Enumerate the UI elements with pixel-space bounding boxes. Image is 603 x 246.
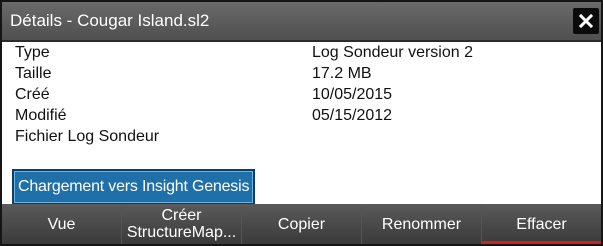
delete-button[interactable]: Effacer xyxy=(481,204,601,244)
detail-row-type: Type Log Sondeur version 2 xyxy=(2,42,601,63)
detail-row-sonar-log: Fichier Log Sondeur xyxy=(2,126,601,147)
detail-label: Type xyxy=(15,44,50,61)
detail-value: 10/05/2015 xyxy=(312,86,393,103)
file-details: Type Log Sondeur version 2 Taille 17.2 M… xyxy=(2,42,601,147)
detail-value: Log Sondeur version 2 xyxy=(312,44,473,61)
rename-button[interactable]: Renommer xyxy=(361,204,481,244)
create-structuremap-line1: Créer xyxy=(161,207,202,224)
action-toolbar: Vue Créer StructureMap... Copier Renomme… xyxy=(2,204,601,244)
detail-label: Modifié xyxy=(15,107,67,124)
detail-label: Créé xyxy=(15,86,50,103)
dialog-titlebar: Détails - Cougar Island.sl2 xyxy=(2,2,601,42)
create-structuremap-label: Créer StructureMap... xyxy=(127,207,236,241)
create-structuremap-line2: StructureMap... xyxy=(126,224,237,241)
detail-value: 17.2 MB xyxy=(312,65,372,82)
create-structuremap-button[interactable]: Créer StructureMap... xyxy=(121,204,241,244)
detail-row-created: Créé 10/05/2015 xyxy=(2,84,601,105)
close-icon xyxy=(578,13,594,29)
detail-label: Taille xyxy=(15,65,52,82)
dialog-title: Détails - Cougar Island.sl2 xyxy=(10,11,210,30)
details-dialog: Détails - Cougar Island.sl2 Type Log Son… xyxy=(0,0,603,246)
view-button[interactable]: Vue xyxy=(2,204,121,244)
detail-row-size: Taille 17.2 MB xyxy=(2,63,601,84)
close-button[interactable] xyxy=(573,8,599,34)
upload-insight-genesis-button[interactable]: Chargement vers Insight Genesis xyxy=(12,169,256,205)
detail-value: 05/15/2012 xyxy=(312,107,393,124)
detail-row-modified: Modifié 05/15/2012 xyxy=(2,105,601,126)
copy-button[interactable]: Copier xyxy=(241,204,361,244)
detail-label: Fichier Log Sondeur xyxy=(15,128,160,145)
